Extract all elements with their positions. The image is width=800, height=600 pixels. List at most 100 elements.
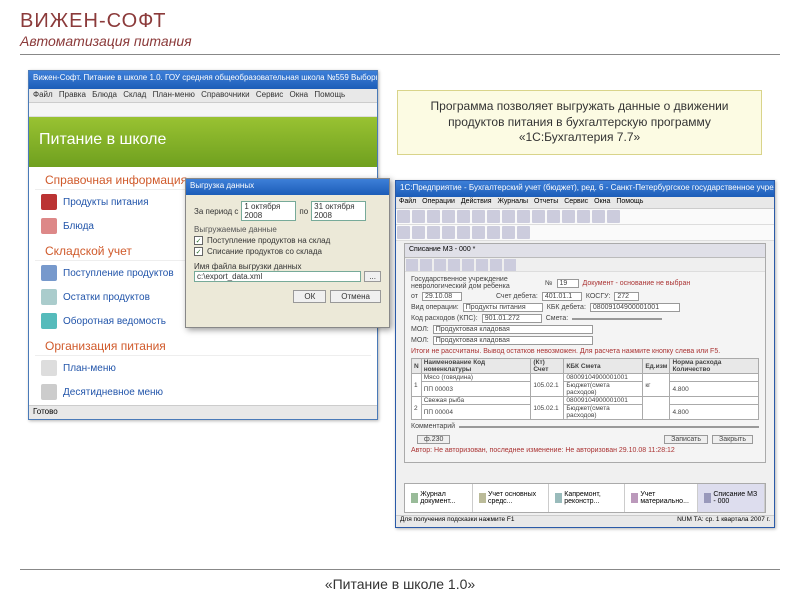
onec-tabs[interactable]: Журнал документ... Учет основных средс..… — [404, 483, 766, 513]
tool-icon[interactable] — [532, 210, 545, 223]
tool-icon[interactable] — [420, 259, 432, 271]
tool-icon[interactable] — [562, 210, 575, 223]
table-row[interactable]: ПП 00003 Бюджет(смета расходов) 4.800 — [412, 382, 759, 397]
onec-toolbar[interactable] — [396, 209, 774, 225]
tool-icon[interactable] — [412, 210, 425, 223]
tool-icon[interactable] — [472, 226, 485, 239]
tool-icon[interactable] — [427, 210, 440, 223]
f230-button[interactable]: ф.230 — [417, 435, 450, 444]
tool-icon[interactable] — [504, 259, 516, 271]
nav-tenday[interactable]: Десятидневное меню — [29, 380, 377, 404]
tool-icon[interactable] — [502, 226, 515, 239]
tool-icon[interactable] — [397, 210, 410, 223]
onec-toolbar-2[interactable] — [396, 225, 774, 241]
mol2-dropdown[interactable]: Продуктовая кладовая — [433, 336, 593, 345]
menu-item[interactable]: Журналы — [498, 198, 529, 205]
kosgu-input[interactable]: 272 — [614, 292, 639, 301]
tab-item[interactable]: Капремонт, реконстр... — [549, 484, 625, 512]
menu-item[interactable]: Файл — [399, 198, 416, 205]
tab-item[interactable]: Журнал документ... — [405, 484, 473, 512]
doc-warning: Документ - основание не выбран — [583, 280, 691, 287]
date-input[interactable]: 29.10.08 — [422, 292, 462, 301]
doc-toolbar[interactable] — [405, 258, 765, 272]
menu-item[interactable]: Помощь — [616, 198, 643, 205]
menu-item[interactable]: Справочники — [201, 90, 249, 99]
tool-icon[interactable] — [412, 226, 425, 239]
menu-item[interactable]: Правка — [59, 90, 86, 99]
cell: ПП 00004 — [421, 405, 531, 420]
cell: 08009104900001001 — [564, 374, 643, 382]
comment-input[interactable] — [459, 426, 759, 428]
doc-title: Списание МЗ - 000 * — [405, 244, 765, 258]
date-from-input[interactable]: 1 октября 2008 — [241, 201, 296, 221]
tool-icon[interactable] — [476, 259, 488, 271]
table-row[interactable]: ПП 00004 Бюджет(смета расходов) 4.800 — [412, 405, 759, 420]
tab-item[interactable]: Учет материально... — [625, 484, 699, 512]
tool-icon[interactable] — [490, 259, 502, 271]
onec-titlebar: 1С:Предприятие - Бухгалтерский учет (бюд… — [396, 181, 774, 197]
menu-item[interactable]: Окна — [594, 198, 610, 205]
tool-icon[interactable] — [442, 226, 455, 239]
tool-icon[interactable] — [448, 259, 460, 271]
table-row[interactable]: 2 Свежая рыба 105.02.1 08009104900001001 — [412, 397, 759, 405]
file-path-input[interactable]: c:\export_data.xml — [194, 271, 361, 282]
doc-icon — [555, 493, 562, 503]
tool-icon[interactable] — [397, 226, 410, 239]
kps-input[interactable]: 901.01.272 — [482, 314, 542, 323]
smeta-label: Смета: — [546, 315, 569, 322]
cancel-button[interactable]: Отмена — [330, 290, 381, 303]
schet-label: Счет дебета: — [496, 293, 538, 300]
menu-item[interactable]: Окна — [289, 90, 308, 99]
num-input[interactable]: 19 — [557, 279, 579, 288]
browse-button[interactable]: ... — [364, 271, 381, 282]
tool-icon[interactable] — [457, 210, 470, 223]
tab-item[interactable]: Учет основных средс... — [473, 484, 549, 512]
tool-icon[interactable] — [427, 226, 440, 239]
tool-icon[interactable] — [487, 226, 500, 239]
smeta-input[interactable] — [572, 318, 662, 320]
tool-icon[interactable] — [457, 226, 470, 239]
op-input[interactable]: Продукты питания — [463, 303, 543, 312]
tool-icon[interactable] — [547, 210, 560, 223]
tool-icon[interactable] — [487, 210, 500, 223]
tool-icon[interactable] — [442, 210, 455, 223]
tool-icon[interactable] — [472, 210, 485, 223]
tool-icon[interactable] — [462, 259, 474, 271]
menu-item[interactable]: Помощь — [314, 90, 345, 99]
doc-icon — [704, 493, 711, 503]
menu-item[interactable]: Блюда — [92, 90, 117, 99]
tool-icon[interactable] — [502, 210, 515, 223]
menu-item[interactable]: Отчеты — [534, 198, 558, 205]
checkbox-receipt[interactable]: ✓Поступление продуктов на склад — [194, 236, 381, 245]
tool-icon[interactable] — [517, 226, 530, 239]
nav-planmenu[interactable]: План-меню — [29, 356, 377, 380]
menu-item[interactable]: Сервис — [564, 198, 588, 205]
cell: Бюджет(смета расходов) — [564, 405, 643, 420]
date-to-input[interactable]: 31 октября 2008 — [311, 201, 366, 221]
app-menubar[interactable]: Файл Правка Блюда Склад План-меню Справо… — [29, 89, 377, 103]
menu-item[interactable]: Сервис — [256, 90, 283, 99]
menu-item[interactable]: Операции — [422, 198, 455, 205]
onec-menubar[interactable]: Файл Операции Действия Журналы Отчеты Се… — [396, 197, 774, 209]
write-button[interactable]: Записать — [664, 435, 708, 444]
menu-item[interactable]: Действия — [461, 198, 492, 205]
tool-icon[interactable] — [434, 259, 446, 271]
kbk-input[interactable]: 08009104900001001 — [590, 303, 680, 312]
table-row[interactable]: 1 Мясо (говядина) 105.02.1 0800910490000… — [412, 374, 759, 382]
tool-icon[interactable] — [577, 210, 590, 223]
mol-dropdown[interactable]: Продуктовая кладовая — [433, 325, 593, 334]
tool-icon[interactable] — [406, 259, 418, 271]
menu-item[interactable]: Склад — [123, 90, 146, 99]
checkbox-writeoff[interactable]: ✓Списание продуктов со склада — [194, 247, 381, 256]
app-toolbar — [29, 103, 377, 117]
menu-item[interactable]: Файл — [33, 90, 53, 99]
ok-button[interactable]: ОК — [293, 290, 326, 303]
tool-icon[interactable] — [592, 210, 605, 223]
tool-icon[interactable] — [607, 210, 620, 223]
tool-icon[interactable] — [517, 210, 530, 223]
schet-input[interactable]: 401.01.1 — [542, 292, 582, 301]
close-button[interactable]: Закрыть — [712, 435, 753, 444]
tab-item-active[interactable]: Списание МЗ - 000 — [698, 484, 765, 512]
app-statusbar: Готово — [29, 405, 377, 419]
menu-item[interactable]: План-меню — [153, 90, 195, 99]
